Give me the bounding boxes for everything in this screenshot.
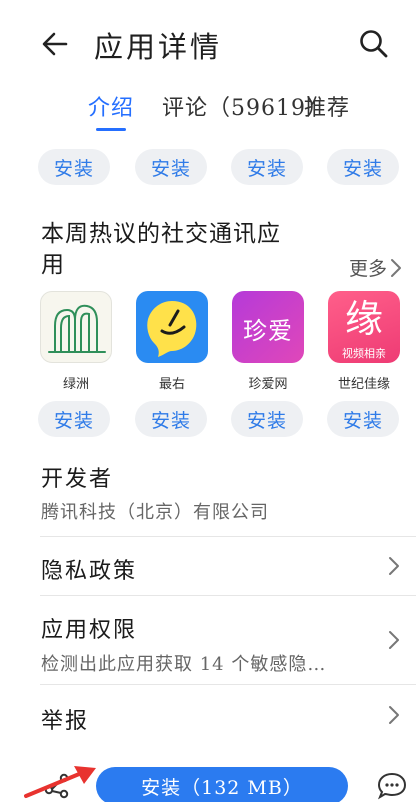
- permissions-title: 应用权限: [41, 618, 138, 643]
- permissions-summary: 检测出此应用获取 14 个敏感隐…: [41, 654, 327, 675]
- tab-recommend[interactable]: 推荐: [304, 90, 350, 122]
- install-button[interactable]: 安装: [327, 149, 399, 185]
- zhenai-icon-text: 珍爱: [243, 317, 293, 345]
- report-title: 举报: [41, 709, 90, 734]
- chevron-right-icon: [389, 706, 399, 724]
- zuiyou-app-icon[interactable]: [136, 291, 208, 363]
- install-button[interactable]: 安装: [327, 401, 399, 437]
- install-button[interactable]: 安装: [231, 401, 303, 437]
- jiayuan-icon-text: 缘: [344, 297, 383, 341]
- chevron-right-icon: [389, 557, 399, 575]
- annotation-arrow-icon: [24, 766, 96, 798]
- app-name: 珍爱网: [248, 377, 288, 392]
- search-button[interactable]: [358, 28, 390, 60]
- tab-intro[interactable]: 介绍: [88, 90, 134, 122]
- lvzhou-logo-icon: [48, 304, 106, 353]
- install-button[interactable]: 安装: [231, 149, 303, 185]
- install-button[interactable]: 安装: [38, 149, 110, 185]
- app-name: 绿洲: [62, 377, 89, 392]
- install-button[interactable]: 安装: [135, 401, 207, 437]
- search-icon: [360, 30, 388, 58]
- comment-icon: [377, 772, 407, 800]
- more-link[interactable]: 更多: [349, 254, 402, 281]
- privacy-title: 隐私政策: [41, 559, 138, 584]
- chevron-right-icon: [389, 631, 399, 649]
- install-button[interactable]: 安装: [38, 401, 110, 437]
- page-title: 应用详情: [94, 30, 223, 64]
- jiayuan-icon-subtext: 视频相亲: [342, 347, 386, 360]
- install-app-button[interactable]: 安装（132 MB）: [96, 767, 348, 802]
- zhenai-app-icon[interactable]: 珍爱: [232, 291, 304, 363]
- comment-button[interactable]: [376, 770, 408, 800]
- tab-bar: 介绍 评论（59619） 推荐: [0, 88, 416, 131]
- back-arrow-icon: [42, 32, 68, 56]
- app-name: 最右: [158, 377, 185, 392]
- lvzhou-app-icon[interactable]: [40, 291, 112, 363]
- section-title: 本周热议的社交通讯应用: [41, 221, 281, 278]
- install-button[interactable]: 安装: [135, 149, 207, 185]
- zuiyou-logo-icon: [147, 301, 197, 357]
- chevron-right-icon: [391, 258, 401, 277]
- app-header: 应用详情: [0, 0, 416, 92]
- developer-title: 开发者: [41, 467, 114, 492]
- back-button[interactable]: [38, 26, 74, 62]
- developer-name: 腾讯科技（北京）有限公司: [41, 502, 269, 523]
- tab-active-indicator: [96, 128, 126, 131]
- jiayuan-app-icon[interactable]: 缘 视频相亲: [328, 291, 400, 363]
- app-name: 世纪佳缘: [337, 377, 390, 392]
- more-label: 更多: [348, 258, 387, 280]
